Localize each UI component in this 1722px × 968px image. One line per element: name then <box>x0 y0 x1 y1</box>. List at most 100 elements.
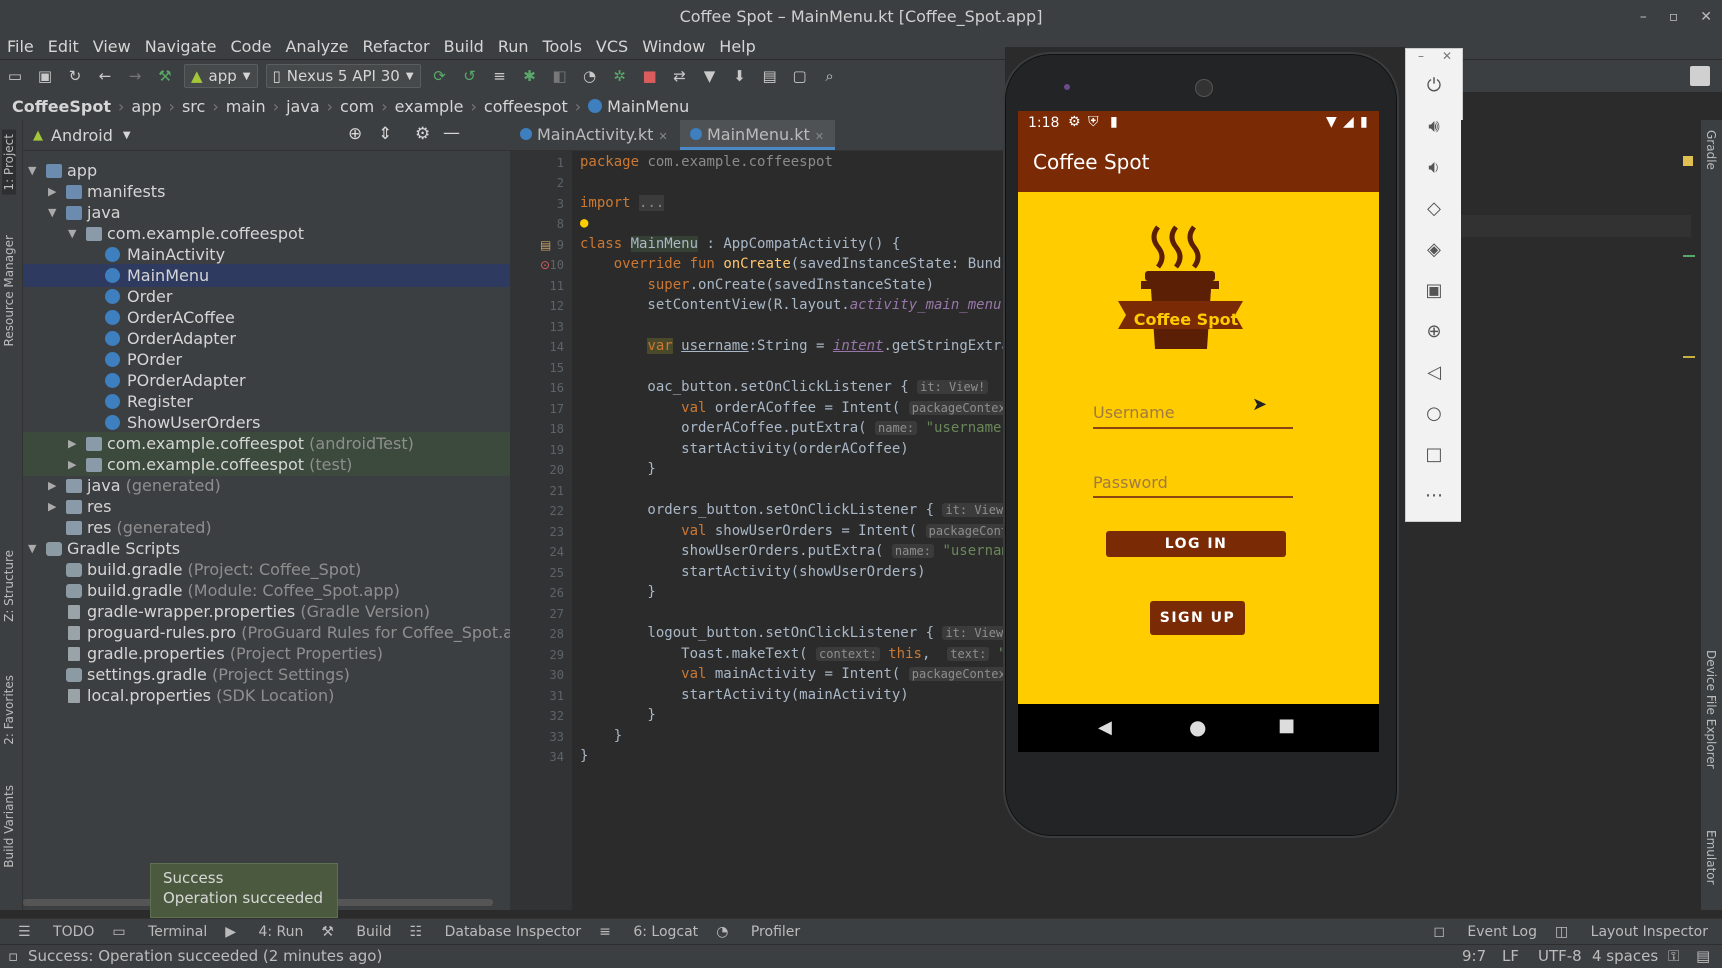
tree-item[interactable]: ▶ java (generated) <box>23 474 510 497</box>
profile-icon[interactable]: ◔ <box>581 67 599 85</box>
volume-up-icon[interactable]: 🔊︎ <box>1406 116 1462 137</box>
hide-panel-icon[interactable]: — <box>443 123 460 143</box>
back-icon[interactable]: ← <box>96 67 114 85</box>
emulator-screen[interactable]: 1:18 ⚙ ⛨ ▮ ▼ ◢ ▮ Coffee Spot Coffee Spot… <box>1018 111 1379 752</box>
gear-icon[interactable]: ⚙ <box>415 124 430 144</box>
menu-build[interactable]: Build <box>437 37 491 56</box>
screenshot-icon[interactable]: ▣ <box>1406 280 1462 301</box>
sdk-manager-icon[interactable]: ⬇ <box>731 67 749 85</box>
gradle-sync-icon[interactable]: ⇄ <box>671 67 689 85</box>
side-tab-device-file-explorer[interactable]: Device File Explorer <box>1704 650 1718 769</box>
tool-tab-todo[interactable]: ☰ TODO <box>18 924 94 940</box>
side-tab-favorites[interactable]: 2: Favorites <box>2 675 16 745</box>
overview-icon[interactable]: □ <box>1406 444 1462 465</box>
tool-tab-terminal[interactable]: ▭ Terminal <box>112 924 207 940</box>
tree-item[interactable]: ShowUserOrders <box>23 411 510 434</box>
run-config-select[interactable]: ▲ app ▼ <box>184 64 258 88</box>
crumb-project[interactable]: CoffeeSpot <box>12 97 111 116</box>
device-select[interactable]: ▯ Nexus 5 API 30 ▼ <box>265 64 421 88</box>
debug-icon[interactable]: ✱ <box>521 67 539 85</box>
coverage-icon[interactable]: ◧ <box>551 67 569 85</box>
apply-changes-icon[interactable]: ⟳ <box>431 67 449 85</box>
crumb-src[interactable]: src <box>182 97 205 116</box>
avd-manager-icon[interactable]: ▼ <box>701 67 719 85</box>
side-tab-gradle[interactable]: Gradle <box>1704 130 1718 170</box>
back-nav-icon[interactable]: ◀ <box>1098 717 1112 738</box>
tree-item[interactable]: ▶ manifests <box>23 180 510 203</box>
sync-icon[interactable]: ↻ <box>66 67 84 85</box>
tree-item[interactable]: proguard-rules.pro (ProGuard Rules for C… <box>23 621 523 644</box>
power-icon[interactable]: ⏻ <box>1406 75 1462 96</box>
side-tab-emulator[interactable]: Emulator <box>1704 830 1718 885</box>
rotate-left-icon[interactable]: ◇ <box>1406 198 1462 219</box>
tree-item[interactable]: ▶ res <box>23 495 510 518</box>
stop-icon[interactable]: ■ <box>641 67 659 85</box>
menu-view[interactable]: View <box>86 37 138 56</box>
list-icon[interactable]: ≡ <box>491 67 509 85</box>
tab-mainactivity[interactable]: MainActivity.kt ✕ <box>520 120 668 150</box>
tree-item[interactable]: ▶ com.example.coffeespot (androidTest) <box>23 432 510 455</box>
tree-item[interactable]: gradle-wrapper.properties (Gradle Versio… <box>23 600 510 623</box>
side-tab-resource-manager[interactable]: Resource Manager <box>2 235 16 346</box>
tree-item[interactable]: ▶ com.example.coffeespot (test) <box>23 453 510 476</box>
crumb-coffeespot[interactable]: coffeespot <box>484 97 568 116</box>
volume-down-icon[interactable]: 🔉︎ <box>1406 157 1462 178</box>
line-separator[interactable]: LF <box>1502 945 1519 968</box>
cursor-position[interactable]: 9:7 <box>1462 945 1486 968</box>
project-view-select[interactable]: Android <box>51 126 113 145</box>
recents-nav-icon[interactable]: ■ <box>1278 715 1295 736</box>
menu-edit[interactable]: Edit <box>41 37 86 56</box>
menu-code[interactable]: Code <box>224 37 279 56</box>
tree-item[interactable]: build.gradle (Module: Coffee_Spot.app) <box>23 579 510 602</box>
tool-tab-layout-inspector[interactable]: ◫ Layout Inspector <box>1555 924 1708 940</box>
file-encoding[interactable]: UTF-8 <box>1538 945 1582 968</box>
menu-analyze[interactable]: Analyze <box>278 37 355 56</box>
run-gutter-icon[interactable]: ▤ <box>540 238 551 252</box>
menu-navigate[interactable]: Navigate <box>138 37 224 56</box>
save-icon[interactable]: ▣ <box>36 67 54 85</box>
project-structure-icon[interactable]: ▤ <box>761 67 779 85</box>
memory-icon[interactable]: ▤ <box>1696 945 1710 968</box>
side-tab-structure[interactable]: Z: Structure <box>2 550 16 622</box>
tool-tab-build[interactable]: ⚒ Build <box>321 924 391 940</box>
locate-icon[interactable]: ⊕ <box>348 124 362 144</box>
lock-icon[interactable]: ⚿ <box>1668 945 1679 968</box>
menu-refactor[interactable]: Refactor <box>356 37 437 56</box>
tool-tab-event-log[interactable]: ◻ Event Log <box>1433 924 1537 940</box>
home-nav-icon[interactable]: ● <box>1189 715 1206 739</box>
signup-button[interactable]: SIGN UP <box>1150 601 1245 635</box>
lightbulb-icon[interactable]: ● <box>580 215 588 231</box>
indent-setting[interactable]: 4 spaces <box>1592 945 1658 968</box>
account-icon[interactable] <box>1690 66 1710 86</box>
menu-run[interactable]: Run <box>491 37 536 56</box>
tree-item[interactable]: Order <box>23 285 510 308</box>
menu-file[interactable]: File <box>0 37 41 56</box>
collapse-all-icon[interactable]: ⇕ <box>378 124 392 144</box>
crumb-example[interactable]: example <box>395 97 464 116</box>
tool-tab-profiler[interactable]: ◔ Profiler <box>716 924 800 940</box>
back-icon[interactable]: ◁ <box>1406 362 1462 383</box>
tree-item[interactable]: MainActivity <box>23 243 510 266</box>
status-message[interactable]: Success: Operation succeeded (2 minutes … <box>28 945 382 968</box>
tree-item[interactable]: ▼ Gradle Scripts <box>23 537 510 560</box>
menu-window[interactable]: Window <box>635 37 712 56</box>
apply-code-changes-icon[interactable]: ↺ <box>461 67 479 85</box>
crumb-mainmenu[interactable]: MainMenu <box>607 97 689 116</box>
layout-icon[interactable]: ▢ <box>791 67 809 85</box>
forward-icon[interactable]: → <box>126 67 144 85</box>
minimize-icon[interactable]: – <box>1640 9 1647 25</box>
more-icon[interactable]: ⋯ <box>1406 485 1462 506</box>
crumb-app[interactable]: app <box>131 97 161 116</box>
tool-tab-logcat[interactable]: ≡ 6: Logcat <box>599 924 698 940</box>
tree-item[interactable]: local.properties (SDK Location) <box>23 684 510 707</box>
attach-debugger-icon[interactable]: ✲ <box>611 67 629 85</box>
home-icon[interactable]: ○ <box>1406 403 1462 424</box>
side-tab-build-variants[interactable]: Build Variants <box>2 785 16 868</box>
menu-help[interactable]: Help <box>712 37 762 56</box>
rotate-right-icon[interactable]: ◈ <box>1406 239 1462 260</box>
login-button[interactable]: LOG IN <box>1106 531 1286 557</box>
tab-mainmenu[interactable]: MainMenu.kt ✕ <box>680 120 835 150</box>
tree-item[interactable]: OrderACoffee <box>23 306 510 329</box>
crumb-java[interactable]: java <box>286 97 320 116</box>
zoom-icon[interactable]: ⊕ <box>1406 321 1462 342</box>
